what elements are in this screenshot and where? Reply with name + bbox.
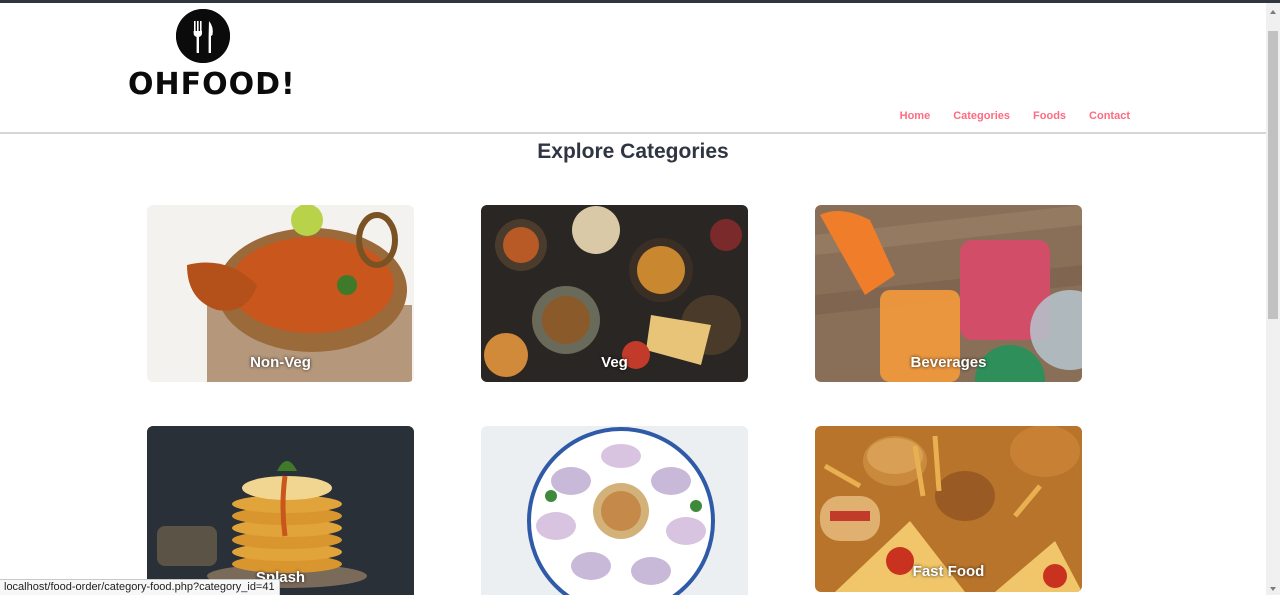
category-card-beverages[interactable]: Beverages <box>815 205 1082 382</box>
category-card-veg[interactable]: Veg <box>481 205 748 382</box>
site-header: OHFOOD! Home Categories Foods Contact <box>0 3 1266 132</box>
fork-knife-icon <box>176 9 230 63</box>
nav-foods-link[interactable]: Foods <box>1033 109 1066 123</box>
category-label: Beverages <box>910 354 987 371</box>
brand-name: OHFOOD! <box>128 67 296 102</box>
page-title: Explore Categories <box>537 140 729 163</box>
category-image <box>481 426 748 595</box>
category-label: Veg <box>601 354 628 371</box>
scroll-thumb[interactable] <box>1268 31 1278 319</box>
nav-home-link[interactable]: Home <box>900 109 931 123</box>
scroll-up-arrow-icon[interactable] <box>1270 10 1276 14</box>
scroll-down-arrow-icon[interactable] <box>1270 587 1276 591</box>
category-card-splash[interactable]: Splash <box>147 426 414 595</box>
category-label: Non-Veg <box>250 354 311 371</box>
logo[interactable]: OHFOOD! <box>128 9 296 104</box>
status-bar-url: localhost/food-order/category-food.php?c… <box>0 579 280 595</box>
vertical-scrollbar[interactable] <box>1266 3 1280 595</box>
nav-contact-link[interactable]: Contact <box>1089 109 1130 123</box>
category-card-non-veg[interactable]: Non-Veg <box>147 205 414 382</box>
category-card-fast-food[interactable]: Fast Food <box>815 426 1082 592</box>
header-divider <box>0 132 1266 134</box>
main-nav: Home Categories Foods Contact <box>900 109 1130 123</box>
category-card-spring-rolls[interactable] <box>481 426 748 595</box>
category-label: Fast Food <box>912 563 985 580</box>
nav-categories-link[interactable]: Categories <box>953 109 1010 123</box>
